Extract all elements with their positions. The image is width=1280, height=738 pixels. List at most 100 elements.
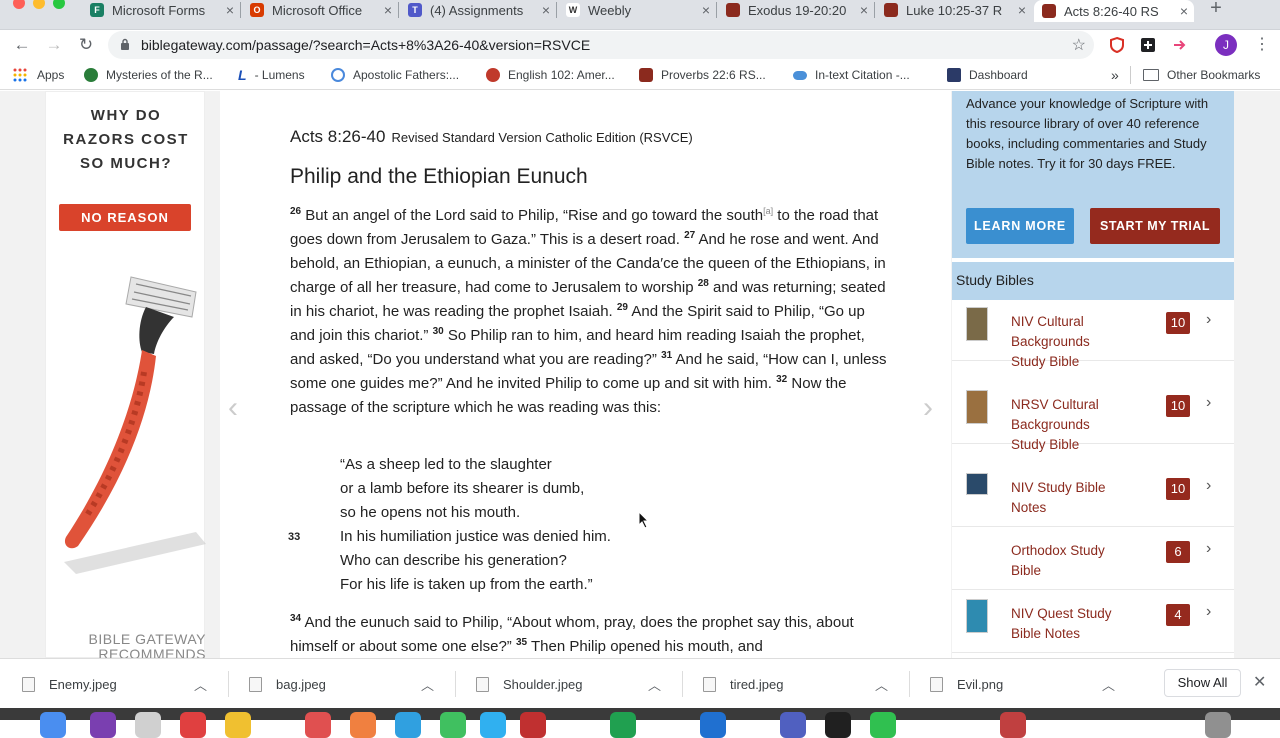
- dock-app-icon[interactable]: [135, 712, 161, 738]
- chevron-up-icon[interactable]: ︿: [421, 675, 434, 694]
- study-bible-item[interactable]: NRSV Cultural Backgrounds Study Bible 10…: [952, 383, 1234, 452]
- study-bible-item[interactable]: Orthodox Study Bible 6 ›: [952, 529, 1234, 590]
- cloud-icon: [793, 70, 807, 80]
- dock-app-icon[interactable]: [440, 712, 466, 738]
- bookmark-mysteries[interactable]: Mysteries of the R...: [84, 67, 213, 83]
- close-tab-icon[interactable]: ×: [696, 2, 716, 18]
- folder-icon: [1143, 69, 1159, 81]
- download-item[interactable]: Evil.png ︿: [908, 659, 1115, 709]
- tab-separator: [874, 2, 875, 18]
- close-tab-icon[interactable]: ×: [1174, 3, 1194, 19]
- ad-column[interactable]: WHY DO RAZORS COST SO MUCH? NO REASON BI…: [45, 91, 206, 658]
- bookmark-proverbs[interactable]: Proverbs 22:6 RS...: [639, 67, 766, 83]
- mouse-cursor-icon: [638, 511, 650, 529]
- close-tab-icon[interactable]: ×: [1012, 2, 1032, 18]
- office-icon: O: [250, 3, 264, 17]
- bookmark-star-icon[interactable]: ☆: [1072, 35, 1086, 55]
- dock-app-icon[interactable]: [395, 712, 421, 738]
- verse-number: 30: [432, 326, 444, 337]
- weebly-icon: W: [566, 3, 580, 17]
- dock-app-icon[interactable]: [1000, 712, 1026, 738]
- back-arrow-icon[interactable]: ←: [10, 33, 34, 57]
- avatar[interactable]: J: [1215, 34, 1237, 56]
- dock-strip: [0, 708, 1280, 738]
- tab-title: Microsoft Office: [272, 2, 363, 18]
- chevron-up-icon[interactable]: ︿: [875, 675, 888, 694]
- dock-app-icon[interactable]: [610, 712, 636, 738]
- footnote-link[interactable]: [a]: [763, 206, 773, 216]
- study-bible-item[interactable]: NIV Study Bible Notes 10 ›: [952, 466, 1234, 527]
- learn-more-button[interactable]: LEARN MORE: [966, 208, 1074, 244]
- address-bar[interactable]: biblegateway.com/passage/?search=Acts+8%…: [108, 31, 1094, 59]
- poem-line: Who can describe his generation?: [340, 552, 567, 569]
- download-item[interactable]: bag.jpeg ︿: [227, 659, 434, 709]
- close-tab-icon[interactable]: ×: [220, 2, 240, 18]
- forward-arrow-icon[interactable]: →: [42, 33, 66, 57]
- close-tab-icon[interactable]: ×: [378, 2, 398, 18]
- tab-weebly[interactable]: W Weebly ×: [558, 0, 716, 20]
- shield-extension-icon[interactable]: [1108, 36, 1126, 54]
- tab-strip: F Microsoft Forms × O Microsoft Office ×…: [0, 0, 1280, 30]
- start-trial-button[interactable]: START MY TRIAL: [1090, 208, 1220, 244]
- dock-app-icon[interactable]: [825, 712, 851, 738]
- bookmark-label: Apps: [37, 68, 65, 82]
- tab-acts[interactable]: Acts 8:26-40 RS ×: [1034, 0, 1194, 22]
- dock-app-icon[interactable]: [225, 712, 251, 738]
- tab-microsoft-office[interactable]: O Microsoft Office ×: [242, 0, 398, 20]
- close-window-button[interactable]: [13, 0, 25, 9]
- bookmark-citation[interactable]: In-text Citation -...: [793, 67, 910, 83]
- tab-exodus[interactable]: Exodus 19-20:20 ×: [718, 0, 874, 20]
- downloads-shelf: Enemy.jpeg ︿ bag.jpeg ︿ Shoulder.jpeg ︿ …: [0, 658, 1280, 708]
- bookmark-apps[interactable]: Apps: [13, 67, 64, 83]
- dock-app-icon[interactable]: [480, 712, 506, 738]
- tab-luke[interactable]: Luke 10:25-37 R ×: [876, 0, 1032, 20]
- bookmark-apostolic[interactable]: Apostolic Fathers:...: [331, 67, 459, 83]
- dock-app-icon[interactable]: [350, 712, 376, 738]
- study-bible-item[interactable]: NIV Cultural Backgrounds Study Bible 10 …: [952, 300, 1234, 369]
- bookmark-dashboard[interactable]: Dashboard: [947, 67, 1028, 83]
- dock-app-icon[interactable]: [90, 712, 116, 738]
- other-bookmarks[interactable]: Other Bookmarks: [1143, 67, 1260, 83]
- menu-kebab-icon[interactable]: ⋮: [1254, 34, 1270, 54]
- dock-app-icon[interactable]: [40, 712, 66, 738]
- bookmark-lumens[interactable]: L - Lumens: [238, 67, 305, 83]
- dock-app-icon[interactable]: [700, 712, 726, 738]
- maximize-window-button[interactable]: [53, 0, 65, 9]
- previous-chapter-arrow-icon[interactable]: ‹: [228, 391, 238, 425]
- file-icon: [476, 676, 489, 692]
- new-tab-button[interactable]: +: [1206, 0, 1226, 19]
- reload-icon[interactable]: ↻: [74, 33, 98, 57]
- minimize-window-button[interactable]: [33, 0, 45, 9]
- bookmarks-overflow-button[interactable]: »: [1111, 67, 1119, 83]
- study-bible-count-badge: 10: [1166, 312, 1190, 334]
- dock-app-icon[interactable]: [520, 712, 546, 738]
- close-tab-icon[interactable]: ×: [536, 2, 556, 18]
- download-item[interactable]: Enemy.jpeg ︿: [0, 659, 207, 709]
- close-downloads-icon[interactable]: ✕: [1253, 672, 1266, 692]
- poem-line: or a lamb before its shearer is dumb,: [340, 480, 585, 497]
- download-item[interactable]: Shoulder.jpeg ︿: [454, 659, 661, 709]
- close-tab-icon[interactable]: ×: [854, 2, 874, 18]
- razor-image-icon: [64, 276, 206, 574]
- dock-app-icon[interactable]: [780, 712, 806, 738]
- no-reason-button[interactable]: NO REASON: [59, 204, 191, 231]
- chevron-up-icon[interactable]: ︿: [194, 675, 207, 694]
- tab-title: Weebly: [588, 2, 632, 18]
- tab-assignments[interactable]: T (4) Assignments ×: [400, 0, 556, 20]
- plus-box-extension-icon[interactable]: [1139, 36, 1157, 54]
- dock-app-icon[interactable]: [305, 712, 331, 738]
- bookmark-label: Proverbs 22:6 RS...: [661, 68, 766, 82]
- verse-number: 35: [515, 637, 528, 648]
- chevron-up-icon[interactable]: ︿: [648, 675, 661, 694]
- study-bible-item[interactable]: NIV Quest Study Bible Notes 4 ›: [952, 592, 1234, 653]
- dock-app-icon[interactable]: [180, 712, 206, 738]
- dock-app-icon[interactable]: [870, 712, 896, 738]
- chevron-up-icon[interactable]: ︿: [1102, 675, 1115, 694]
- tab-microsoft-forms[interactable]: F Microsoft Forms ×: [82, 0, 240, 20]
- bookmark-english-102[interactable]: English 102: Amer...: [486, 67, 615, 83]
- share-extension-icon[interactable]: [1171, 36, 1189, 54]
- download-item[interactable]: tired.jpeg ︿: [681, 659, 888, 709]
- show-all-downloads-button[interactable]: Show All: [1164, 669, 1241, 697]
- next-chapter-arrow-icon[interactable]: ›: [923, 391, 933, 425]
- dock-app-icon[interactable]: [1205, 712, 1231, 738]
